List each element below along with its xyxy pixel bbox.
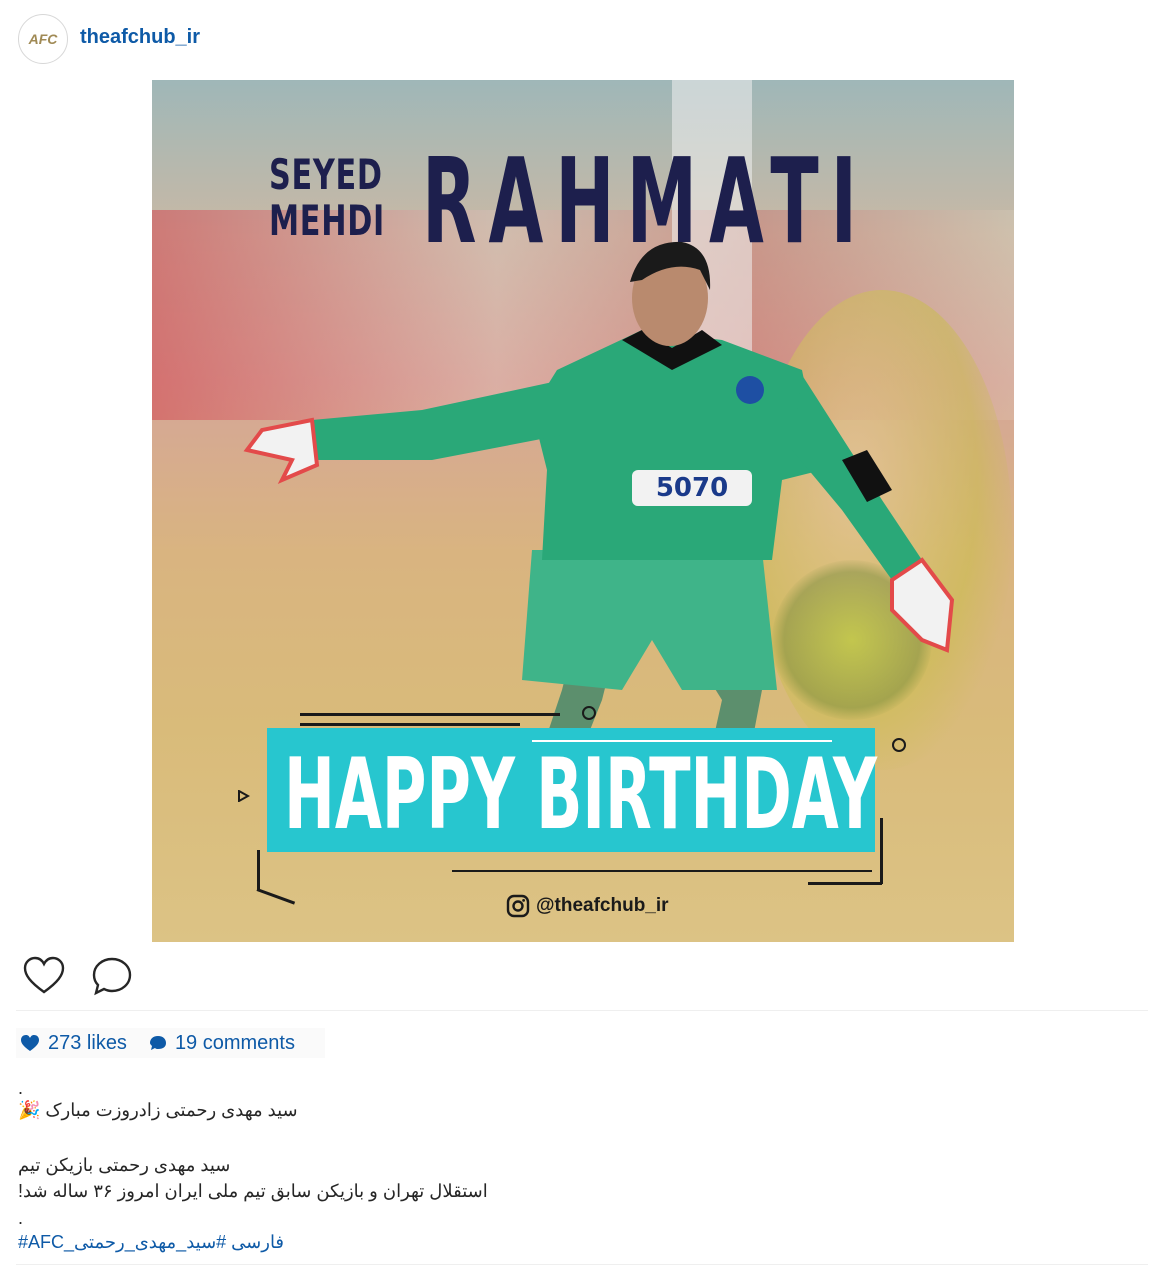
deco-line	[300, 723, 520, 726]
instagram-handle: @theafchub_ir	[506, 894, 669, 918]
deco-line	[300, 713, 560, 716]
deco-circle	[892, 738, 906, 752]
heart-small-icon	[21, 1035, 39, 1051]
deco-bracket	[880, 818, 883, 884]
caption-line-1: سید مهدی رحمتی زادروزت مبارک 🎉	[18, 1100, 298, 1120]
instagram-icon	[506, 894, 530, 918]
instagram-handle-text: @theafchub_ir	[536, 895, 669, 916]
deco-bracket	[256, 888, 296, 905]
deco-bracket	[808, 882, 882, 885]
post-header: AFC theafchub_ir	[0, 0, 1166, 80]
post-image[interactable]: SEYED MEHDI RAHMATI 5070 HAPPY BIRTHDAY …	[152, 80, 1014, 942]
comments-count[interactable]: 19 comments	[149, 1032, 295, 1055]
comments-label: 19 comments	[174, 1031, 295, 1054]
deco-bracket	[257, 850, 260, 890]
divider	[16, 1010, 1148, 1011]
avatar[interactable]: AFC	[18, 14, 68, 64]
caption-dot: .	[18, 1208, 24, 1228]
jersey-number: 5070	[656, 473, 728, 503]
comment-icon[interactable]	[90, 955, 134, 999]
likes-count[interactable]: 273 likes	[20, 1032, 127, 1055]
play-triangle-icon	[238, 790, 250, 802]
post-stats: 273 likes 19 comments	[16, 1028, 325, 1058]
caption-line-3: استقلال تهران و بازیکن سابق تیم ملی ایرا…	[18, 1181, 488, 1201]
banner-bottom-line	[452, 870, 872, 872]
username-link[interactable]: theafchub_ir	[80, 26, 200, 49]
comment-small-icon	[149, 1036, 166, 1050]
caption-line-2: سید مهدی رحمتی بازیکن تیم	[18, 1155, 231, 1175]
birthday-banner-text: HAPPY BIRTHDAY	[284, 738, 878, 852]
deco-circle	[582, 706, 596, 720]
caption-dot: .	[18, 1078, 24, 1098]
caption-hashtags[interactable]: #AFC_فارسی #سید_مهدی_رحمتی	[18, 1232, 284, 1253]
heart-icon[interactable]	[22, 955, 66, 999]
likes-label: 273 likes	[48, 1031, 127, 1054]
divider	[16, 1264, 1148, 1265]
